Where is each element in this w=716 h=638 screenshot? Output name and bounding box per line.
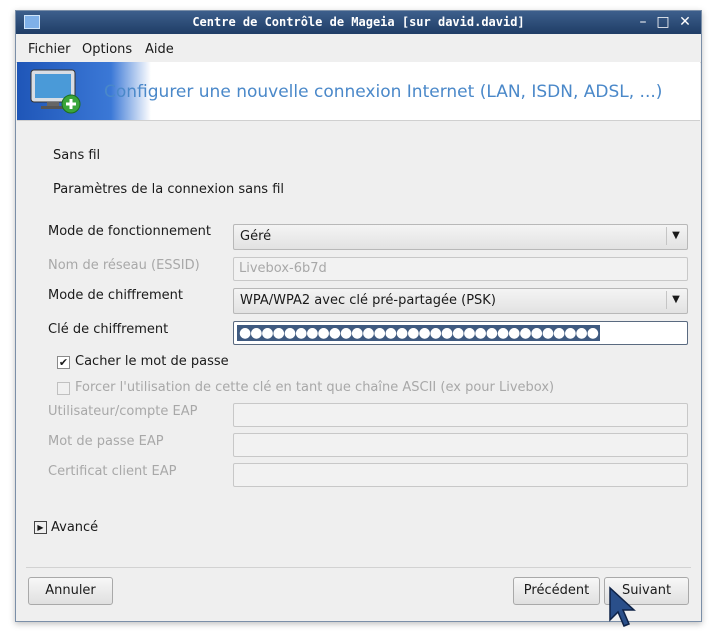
wizard-banner: Configurer une nouvelle connexion Intern… <box>17 62 700 121</box>
eap-cert-label: Certificat client EAP <box>48 464 177 479</box>
essid-value: Livebox-6b7d <box>239 261 327 276</box>
mode-label: Mode de fonctionnement <box>48 224 211 239</box>
key-input[interactable]: ●●●●●●●●●●●●●●●●●●●●●●●●●●●●●●●● <box>233 321 688 345</box>
banner-title: Configurer une nouvelle connexion Intern… <box>104 82 663 102</box>
eap-password-label: Mot de passe EAP <box>48 434 164 449</box>
mouse-pointer-icon <box>609 586 636 627</box>
cancel-button[interactable]: Annuler <box>28 577 113 605</box>
key-value: ●●●●●●●●●●●●●●●●●●●●●●●●●●●●●●●● <box>237 325 600 341</box>
title-bar[interactable]: Centre de Contrôle de Mageia [sur david.… <box>16 11 701 34</box>
eap-user-input[interactable] <box>233 403 688 427</box>
encryption-label: Mode de chiffrement <box>48 288 183 303</box>
encryption-select[interactable]: WPA/WPA2 avec clé pré-partagée (PSK) ▼ <box>233 288 688 314</box>
chevron-down-icon: ▼ <box>666 227 685 245</box>
eap-password-input[interactable] <box>233 433 688 457</box>
advanced-expander-label[interactable]: Avancé <box>51 520 98 535</box>
menu-fichier[interactable]: Fichier <box>28 42 71 57</box>
maximize-icon[interactable]: □ <box>654 13 672 31</box>
menu-options[interactable]: Options <box>82 42 132 57</box>
mode-value: Géré <box>240 229 272 244</box>
force-ascii-checkbox[interactable] <box>57 382 70 395</box>
window-title: Centre de Contrôle de Mageia [sur david.… <box>192 15 525 29</box>
close-icon[interactable]: ✕ <box>676 13 694 31</box>
menu-bar: Fichier Options Aide <box>16 34 701 63</box>
mode-select[interactable]: Géré ▼ <box>233 224 688 250</box>
minimize-icon[interactable]: – <box>634 13 652 31</box>
wizard-window: Centre de Contrôle de Mageia [sur david.… <box>15 10 702 627</box>
monitor-add-icon <box>30 69 81 114</box>
hide-password-checkbox[interactable]: ✔ <box>57 356 70 369</box>
force-ascii-label[interactable]: Forcer l'utilisation de cette clé en tan… <box>75 380 554 395</box>
expander-arrow-icon[interactable]: ▶ <box>34 521 47 534</box>
previous-button[interactable]: Précédent <box>513 577 600 605</box>
hide-password-label[interactable]: Cacher le mot de passe <box>75 354 229 369</box>
eap-user-label: Utilisateur/compte EAP <box>48 404 198 419</box>
menu-aide[interactable]: Aide <box>145 42 174 57</box>
chevron-down-icon: ▼ <box>666 291 685 309</box>
section-subtitle: Paramètres de la connexion sans fil <box>53 182 285 197</box>
footer-divider <box>26 567 691 568</box>
essid-input[interactable]: Livebox-6b7d <box>233 257 688 281</box>
encryption-value: WPA/WPA2 avec clé pré-partagée (PSK) <box>240 293 496 308</box>
connection-type: Sans fil <box>53 148 101 163</box>
eap-cert-input[interactable] <box>233 463 688 487</box>
essid-label: Nom de réseau (ESSID) <box>48 258 200 273</box>
key-label: Clé de chiffrement <box>48 322 169 337</box>
